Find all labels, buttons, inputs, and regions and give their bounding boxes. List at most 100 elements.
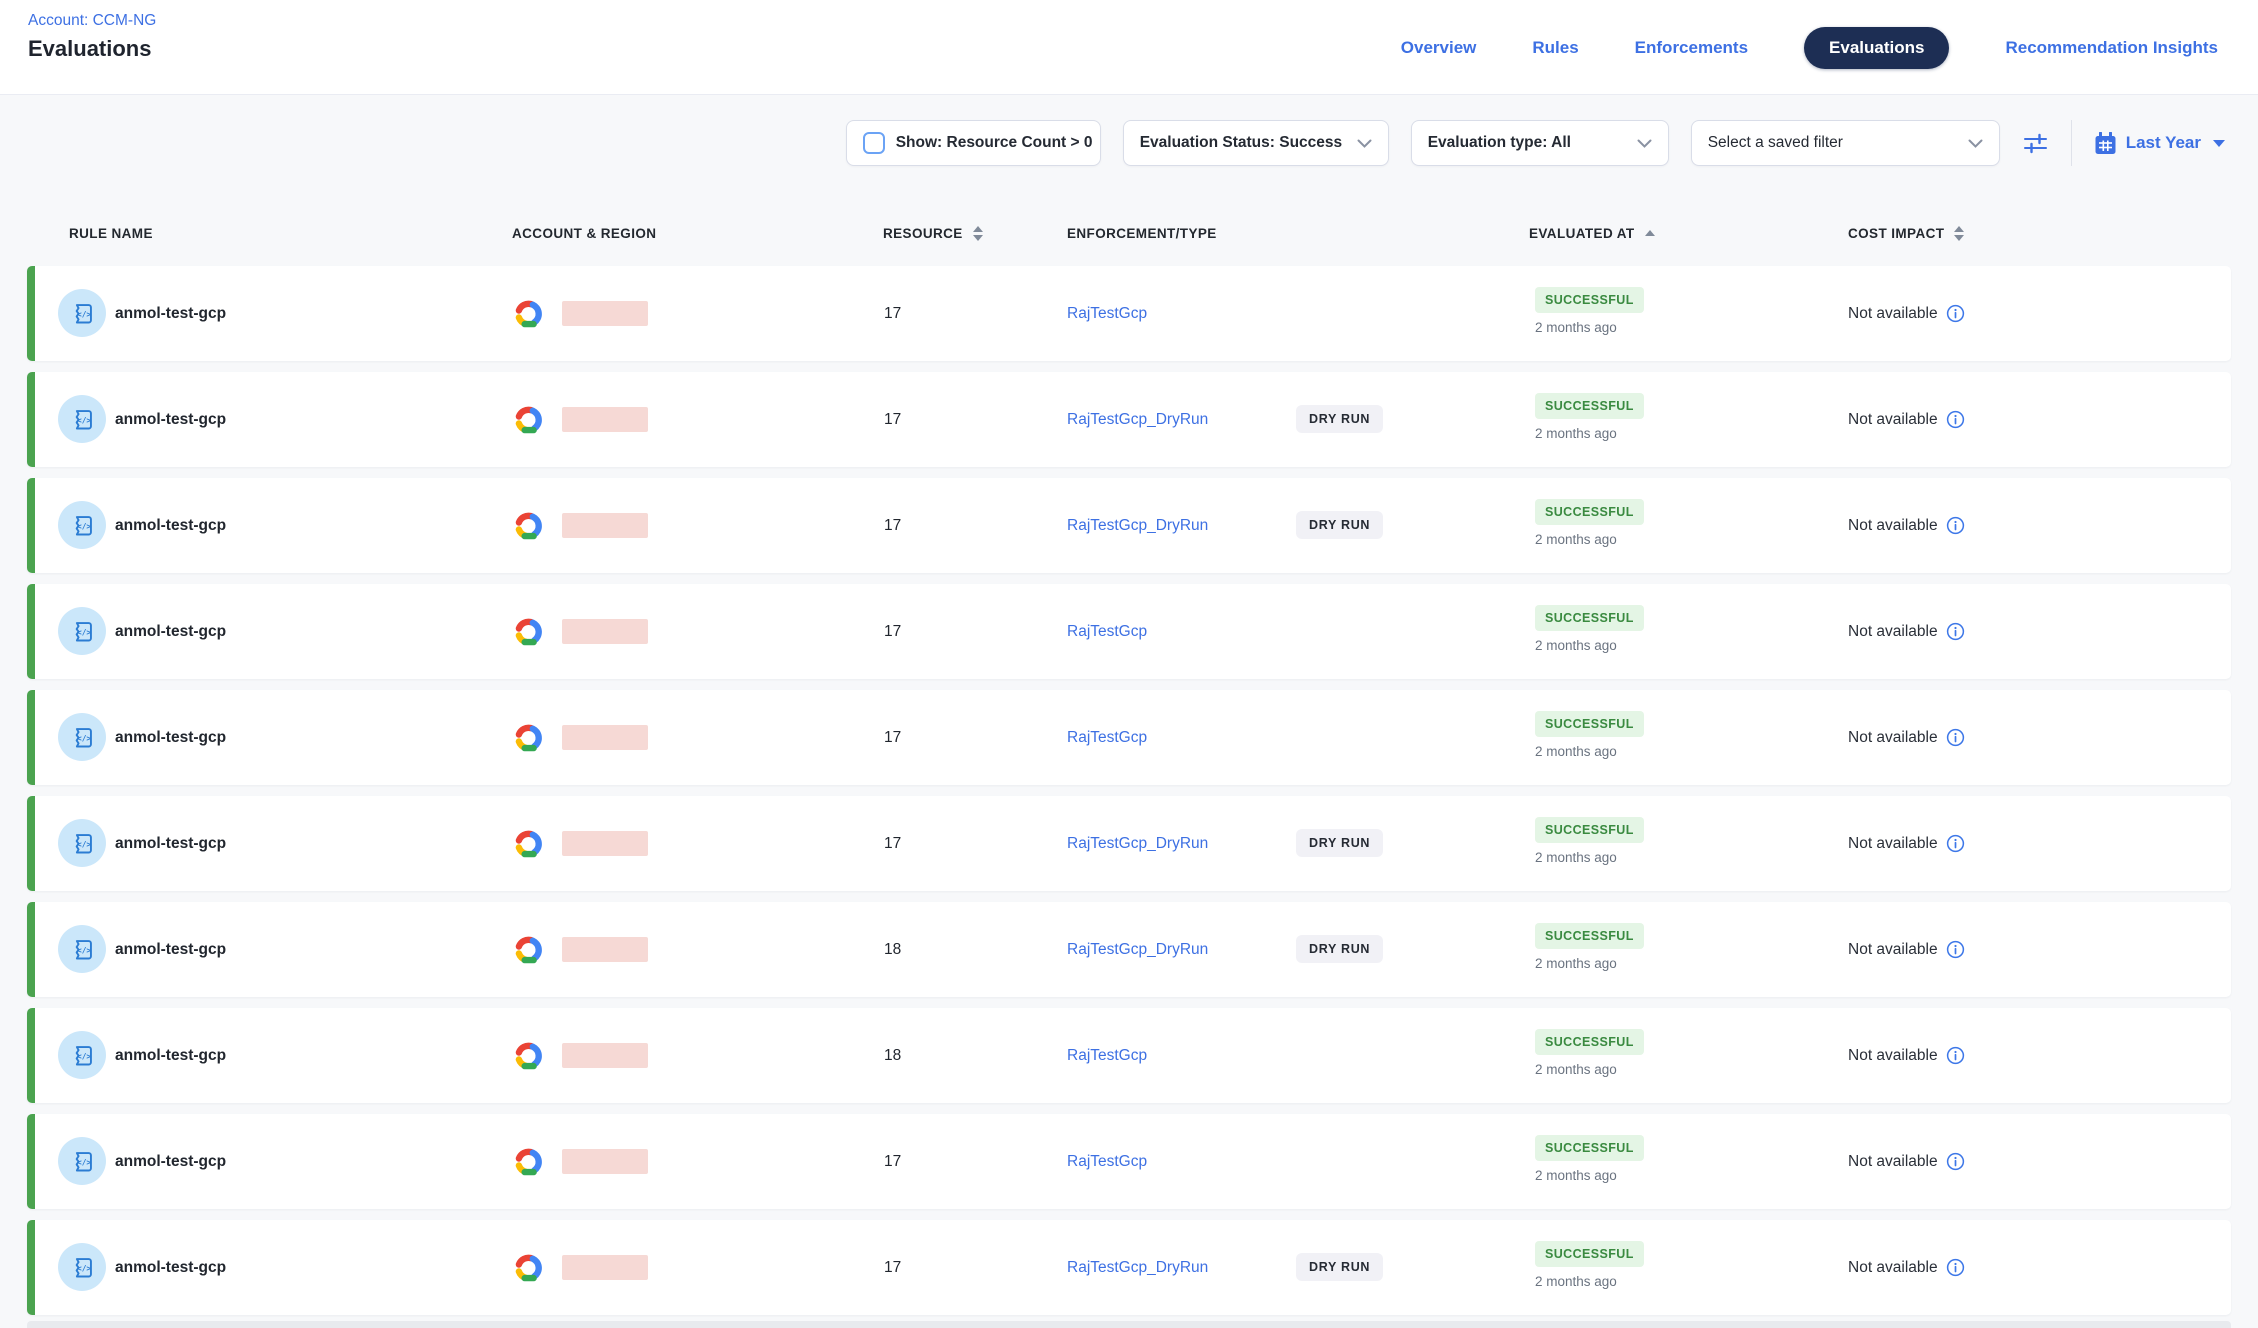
enforcement-link[interactable]: RajTestGcp_DryRun [1067, 372, 1208, 467]
svg-text:</>: </> [76, 521, 90, 530]
gcp-cloud-icon [508, 902, 549, 997]
table-row[interactable]: </> anmol-test-gcp 17 RajTestGcp_DryRun … [27, 478, 2231, 573]
sort-icon[interactable] [973, 226, 983, 241]
sliders-icon[interactable] [2022, 130, 2049, 157]
cost-impact-cell: Not available [1848, 478, 1965, 573]
chevron-down-icon [1357, 139, 1372, 148]
rule-name: anmol-test-gcp [115, 1008, 226, 1103]
rule-avatar: </> [58, 289, 106, 337]
rule-name: anmol-test-gcp [115, 266, 226, 361]
table-row[interactable]: </> anmol-test-gcp 17 RajTestGcp DRY RUN… [27, 690, 2231, 785]
table-row[interactable]: </> anmol-test-gcp 17 RajTestGcp DRY RUN… [27, 1114, 2231, 1209]
cost-impact-value: Not available [1848, 411, 1938, 429]
evaluated-at-cell: SUCCESSFUL 2 months ago [1535, 1029, 1644, 1077]
saved-filter-value: Select a saved filter [1708, 134, 1843, 152]
table-row[interactable]: </> anmol-test-gcp 18 RajTestGcp_DryRun … [27, 902, 2231, 997]
date-range-picker[interactable]: Last Year [2094, 132, 2225, 155]
rule-name: anmol-test-gcp [115, 1114, 226, 1209]
tab-recommendation-insights[interactable]: Recommendation Insights [2005, 38, 2218, 58]
enforcement-link[interactable]: RajTestGcp_DryRun [1067, 478, 1208, 573]
evaluated-time: 2 months ago [1535, 744, 1617, 759]
enforcement-link[interactable]: RajTestGcp [1067, 584, 1147, 679]
account-region-redacted [562, 513, 648, 538]
enforcement-link[interactable]: RajTestGcp [1067, 1114, 1147, 1209]
rule-name: anmol-test-gcp [115, 478, 226, 573]
rule-avatar: </> [58, 925, 106, 973]
rule-avatar: </> [58, 713, 106, 761]
table-row[interactable]: </> anmol-test-gcp 18 RajTestGcp DRY RUN… [27, 1008, 2231, 1103]
rule-avatar: </> [58, 607, 106, 655]
sort-icon[interactable] [1954, 226, 1964, 241]
info-icon[interactable] [1946, 622, 1965, 641]
col-resource[interactable]: RESOURCE [883, 218, 983, 248]
resource-count-filter[interactable]: Show: Resource Count > 0 [846, 120, 1101, 166]
table-row[interactable]: </> anmol-test-gcp 17 RajTestGcp_DryRun … [27, 372, 2231, 467]
info-icon[interactable] [1946, 940, 1965, 959]
enforcement-link[interactable]: RajTestGcp [1067, 690, 1147, 785]
gcp-cloud-icon [508, 1114, 549, 1209]
gcp-cloud-icon [508, 478, 549, 573]
enforcement-link[interactable]: RajTestGcp_DryRun [1067, 796, 1208, 891]
rule-code-icon: </> [69, 724, 96, 751]
info-icon[interactable] [1946, 834, 1965, 853]
cost-impact-value: Not available [1848, 623, 1938, 641]
dry-run-badge: DRY RUN [1296, 511, 1383, 539]
tab-evaluations-active[interactable]: Evaluations [1804, 27, 1949, 69]
account-region-redacted [562, 619, 648, 644]
info-icon[interactable] [1946, 304, 1965, 323]
sort-ascending-icon[interactable] [1645, 230, 1655, 236]
info-icon[interactable] [1946, 728, 1965, 747]
table-row[interactable]: </> anmol-test-gcp 17 RajTestGcp DRY RUN… [27, 266, 2231, 361]
triangle-down-icon [2213, 140, 2225, 147]
info-icon[interactable] [1946, 1046, 1965, 1065]
col-account-region: ACCOUNT & REGION [512, 218, 656, 248]
account-breadcrumb-link[interactable]: Account: CCM-NG [28, 12, 156, 30]
tab-rules[interactable]: Rules [1532, 38, 1578, 58]
resource-count-checkbox[interactable] [863, 132, 885, 154]
enforcement-link[interactable]: RajTestGcp_DryRun [1067, 902, 1208, 997]
svg-text:</>: </> [76, 1157, 90, 1166]
col-evaluated-at[interactable]: EVALUATED AT [1529, 218, 1655, 248]
filterbar-divider [2071, 120, 2072, 166]
cost-impact-value: Not available [1848, 941, 1938, 959]
enforcement-link[interactable]: RajTestGcp_DryRun [1067, 1220, 1208, 1315]
col-cost-impact[interactable]: COST IMPACT [1848, 218, 1964, 248]
rule-avatar: </> [58, 501, 106, 549]
tab-enforcements[interactable]: Enforcements [1635, 38, 1748, 58]
info-icon[interactable] [1946, 410, 1965, 429]
table-row[interactable]: </> anmol-test-gcp 17 RajTestGcp_DryRun … [27, 796, 2231, 891]
evaluation-status-select[interactable]: Evaluation Status: Success [1123, 120, 1389, 166]
chevron-down-icon [1968, 139, 1983, 148]
account-region-redacted [562, 301, 648, 326]
evaluated-time: 2 months ago [1535, 426, 1617, 441]
evaluation-type-select[interactable]: Evaluation type: All [1411, 120, 1669, 166]
account-region-redacted [562, 1149, 648, 1174]
info-icon[interactable] [1946, 1258, 1965, 1277]
rule-code-icon: </> [69, 618, 96, 645]
rule-code-icon: </> [69, 1042, 96, 1069]
resource-count: 17 [884, 478, 901, 573]
cost-impact-cell: Not available [1848, 1114, 1965, 1209]
rule-code-icon: </> [69, 936, 96, 963]
evaluated-at-cell: SUCCESSFUL 2 months ago [1535, 393, 1644, 441]
evaluation-status-value: Evaluation Status: Success [1140, 134, 1342, 152]
evaluated-at-cell: SUCCESSFUL 2 months ago [1535, 605, 1644, 653]
svg-text:</>: </> [76, 1051, 90, 1060]
resource-count: 17 [884, 372, 901, 467]
enforcement-link[interactable]: RajTestGcp [1067, 266, 1147, 361]
account-region-redacted [562, 937, 648, 962]
rule-avatar: </> [58, 819, 106, 867]
resource-count: 17 [884, 690, 901, 785]
info-icon[interactable] [1946, 1152, 1965, 1171]
info-icon[interactable] [1946, 516, 1965, 535]
resource-count: 17 [884, 1220, 901, 1315]
table-row[interactable]: </> anmol-test-gcp 17 RajTestGcp DRY RUN… [27, 584, 2231, 679]
enforcement-link[interactable]: RajTestGcp [1067, 1008, 1147, 1103]
tab-overview[interactable]: Overview [1401, 38, 1477, 58]
evaluated-at-cell: SUCCESSFUL 2 months ago [1535, 711, 1644, 759]
table-row[interactable]: </> anmol-test-gcp 17 RajTestGcp_DryRun … [27, 1220, 2231, 1315]
gcp-cloud-icon [508, 690, 549, 785]
evaluated-time: 2 months ago [1535, 638, 1617, 653]
resource-count-label: Show: Resource Count > 0 [896, 134, 1093, 152]
saved-filter-select[interactable]: Select a saved filter [1691, 120, 2000, 166]
